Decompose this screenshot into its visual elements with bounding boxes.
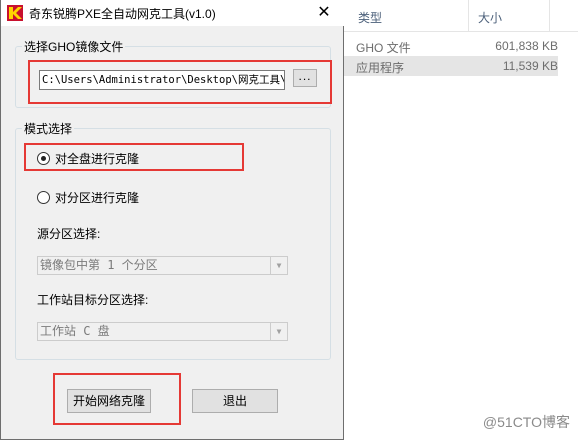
exit-button[interactable]: 退出: [192, 389, 278, 413]
source-partition-label: 源分区选择:: [37, 227, 101, 241]
radio-full-disk[interactable]: 对全盘进行克隆: [37, 150, 139, 167]
title-bar[interactable]: 奇东锐腾PXE全自动网克工具(v1.0) ✕: [1, 0, 344, 26]
chevron-down-icon[interactable]: ▼: [270, 257, 287, 274]
start-clone-button[interactable]: 开始网络克隆: [67, 389, 151, 413]
source-partition-select[interactable]: 镜像包中第 1 个分区 ▼: [37, 256, 288, 275]
pxe-tool-dialog: 奇东锐腾PXE全自动网克工具(v1.0) ✕ 选择GHO镜像文件 C:\User…: [0, 0, 344, 440]
gho-path-field[interactable]: C:\Users\Administrator\Desktop\网克工具\: [39, 70, 285, 90]
radio-unchecked-icon[interactable]: [37, 191, 50, 204]
window-title: 奇东锐腾PXE全自动网克工具(v1.0): [29, 7, 216, 21]
chevron-down-icon[interactable]: ▼: [270, 323, 287, 340]
browse-button[interactable]: ...: [293, 69, 317, 87]
column-divider[interactable]: [468, 0, 469, 32]
radio-partition-label: 对分区进行克隆: [55, 191, 140, 205]
target-partition-select[interactable]: 工作站 C 盘 ▼: [37, 322, 288, 341]
column-size[interactable]: 大小: [478, 9, 502, 26]
radio-checked-icon[interactable]: [37, 152, 50, 165]
radio-full-disk-label: 对全盘进行克隆: [55, 152, 140, 166]
mode-group-label: 模式选择: [24, 122, 73, 136]
target-partition-label: 工作站目标分区选择:: [37, 293, 149, 307]
file-type: 应用程序: [356, 61, 405, 75]
file-row[interactable]: GHO 文件 601,838 KB: [344, 36, 558, 56]
column-divider[interactable]: [549, 0, 550, 32]
close-button[interactable]: ✕: [312, 2, 336, 24]
radio-partition[interactable]: 对分区进行克隆: [37, 189, 139, 206]
file-row-selected[interactable]: 应用程序 11,539 KB: [344, 56, 558, 76]
gho-file-group-label: 选择GHO镜像文件: [24, 40, 124, 54]
file-type: GHO 文件: [356, 41, 411, 55]
explorer-column-header: 类型 大小: [344, 0, 578, 32]
watermark: @51CTO博客: [482, 414, 570, 430]
column-type[interactable]: 类型: [358, 9, 382, 26]
file-size: 11,539 KB: [502, 59, 558, 73]
app-logo-icon: [7, 5, 23, 21]
source-partition-value: 镜像包中第 1 个分区: [40, 258, 158, 272]
file-size: 601,838 KB: [495, 39, 558, 53]
target-partition-value: 工作站 C 盘: [40, 324, 110, 338]
